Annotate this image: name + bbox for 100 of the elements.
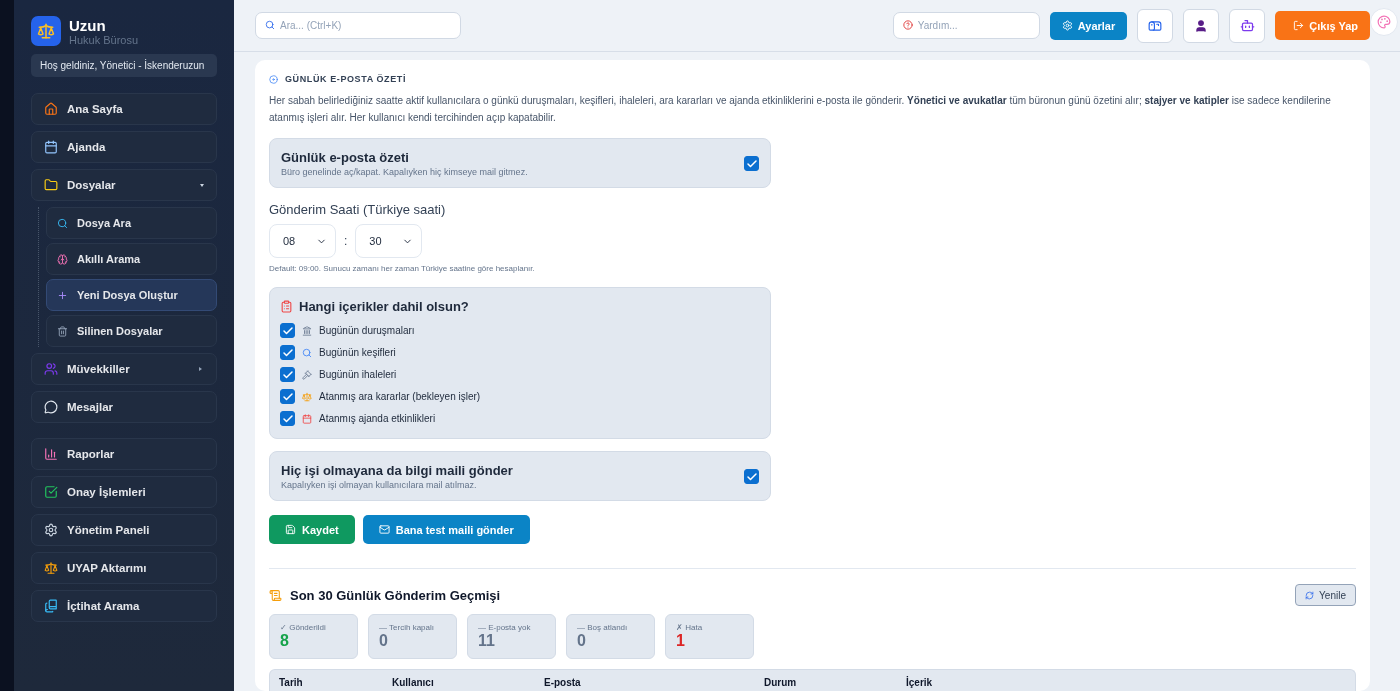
nav-item[interactable]: Müvekkiller	[31, 353, 217, 385]
search-field[interactable]: Ara... (Ctrl+K)	[255, 12, 461, 39]
toggle-title: Günlük e-posta özeti	[281, 150, 410, 165]
question-icon	[902, 20, 913, 30]
search-icon	[302, 347, 312, 358]
save-button[interactable]: Kaydet	[269, 515, 355, 544]
speech-bubble-icon	[44, 400, 58, 414]
stat-label: ✗ Hata	[676, 623, 704, 632]
column-header: E-posta	[544, 677, 582, 688]
stat-value: 11	[478, 632, 496, 650]
bar-chart-icon	[44, 447, 58, 461]
checkbox-label: Bugünün ihaleleri	[319, 369, 397, 380]
robot-icon	[1239, 18, 1255, 33]
column-header: Tarih	[279, 677, 304, 688]
checkbox-label: Atanmış ajanda etkinlikleri	[319, 413, 436, 424]
nav-subitem[interactable]: Silinen Dosyalar	[46, 315, 217, 347]
user-button[interactable]	[1183, 8, 1220, 43]
nav-item[interactable]: Raporlar	[31, 438, 217, 470]
checkbox-label: Atanmış ara kararlar (bekleyen işler)	[319, 391, 481, 402]
nav-subitem[interactable]: Akıllı Arama	[46, 243, 217, 275]
checkbox[interactable]	[280, 411, 295, 426]
calendar-icon	[302, 413, 312, 424]
disc-icon	[269, 74, 278, 84]
toggle-hint: Büro genelinde aç/kapat. Kapalıyken hiç kimseye mail gitmez.	[281, 167, 529, 177]
stat-label: ✓ Gönderildi	[280, 623, 327, 632]
stat-value: 0	[379, 632, 389, 650]
time-hint: Default: 09:00. Sunucu zamanı her zaman Türkiye saatine göre hesaplanır.	[269, 264, 536, 273]
calendar-icon	[44, 140, 58, 154]
scales-icon	[44, 561, 58, 575]
check-square-icon	[44, 485, 58, 499]
logo-icon	[31, 16, 61, 46]
history-title: Son 30 Günlük Gönderim Geçmişi	[290, 587, 502, 603]
checkbox[interactable]	[280, 323, 295, 338]
stat-label: — Boş atlandı	[577, 623, 629, 632]
section-title: GÜNLÜK E-POSTA ÖZETİ	[285, 74, 406, 84]
palette-button[interactable]	[1370, 8, 1398, 36]
checkbox-label: Bugünün keşifleri	[319, 347, 396, 358]
checkbox[interactable]	[744, 156, 759, 171]
stat-value: 0	[577, 632, 587, 650]
nav-item[interactable]: Yönetim Paneli	[31, 514, 217, 546]
brain-icon	[57, 253, 68, 265]
search-icon	[265, 20, 275, 30]
nav-item[interactable]: UYAP Aktarımı	[31, 552, 217, 584]
checkbox[interactable]	[280, 345, 295, 360]
column-header: Durum	[764, 677, 798, 688]
nav-item[interactable]: İçtihat Arama	[31, 590, 217, 622]
brand-subtitle: Hukuk Bürosu	[69, 33, 139, 46]
building-icon	[302, 325, 312, 336]
column-header: Kullanıcı	[392, 677, 435, 688]
scales-icon	[302, 391, 312, 402]
clipboard-icon	[280, 300, 293, 313]
description-text: Her sabah belirlediğiniz saatte aktif kullanıcılara o günkü duruşmaları, keşifleri, ihaleleri, ara kararları ve ajanda etkinliklerini e-posta ile gönderir. Yönetici ve avukatlar tüm büronun günü özetini alır; stajyer ve katipler ise sadece kendilerine atanmış işleri alır. Her kullanıcı kendi tercihinden açıp kapatabilir.	[269, 94, 1332, 125]
column-header: İçerik	[906, 677, 934, 688]
toggle-hint: Kapalıyken işi olmayan kullanıcılara mail atılmaz.	[281, 480, 478, 490]
mailbox-button[interactable]	[1137, 8, 1174, 43]
gavel-icon	[302, 369, 312, 380]
minute-select[interactable]: 30	[355, 224, 423, 258]
nav-subitem[interactable]: Yeni Dosya Oluştur	[46, 279, 217, 311]
contents-title: Hangi içerikler dahil olsun?	[299, 299, 469, 314]
settings-button[interactable]: Ayarlar	[1049, 11, 1128, 40]
toggle-title: Hiç işi olmayana da bilgi maili gönder	[281, 463, 514, 478]
nav-subitem[interactable]: Dosya Ara	[46, 207, 217, 239]
plus-icon	[57, 289, 68, 301]
stat-label: — E-posta yok	[478, 623, 532, 632]
refresh-button[interactable]: Yenile	[1295, 584, 1356, 606]
time-label: Gönderim Saati (Türkiye saati)	[269, 202, 447, 217]
robot-button[interactable]	[1229, 8, 1266, 43]
nav-item[interactable]: Onay İşlemleri	[31, 476, 217, 508]
test-mail-button[interactable]: Bana test maili gönder	[362, 515, 530, 544]
refresh-icon	[1305, 590, 1315, 600]
search-icon	[57, 217, 68, 229]
nav-item[interactable]: Ana Sayfa	[31, 93, 217, 125]
checkbox[interactable]	[280, 367, 295, 382]
nav-item[interactable]: Dosyalar	[31, 169, 217, 201]
trash-icon	[57, 325, 68, 337]
stat-label: — Tercih kapalı	[379, 623, 435, 632]
help-field[interactable]: Yardım...	[892, 12, 1040, 39]
checkbox[interactable]	[280, 389, 295, 404]
stat-value: 1	[676, 632, 686, 650]
mailbox-icon	[1148, 18, 1163, 33]
hour-select[interactable]: 08	[269, 224, 336, 258]
people-icon	[44, 362, 58, 376]
user-icon	[1194, 18, 1209, 33]
gear-icon	[44, 523, 58, 537]
checkbox[interactable]	[744, 469, 759, 484]
exit-icon	[1293, 20, 1305, 31]
time-separator: :	[344, 234, 348, 248]
envelope-icon	[378, 524, 390, 535]
stat-value: 8	[280, 632, 290, 650]
palette-icon	[1377, 15, 1391, 29]
folder-icon	[44, 178, 58, 192]
welcome-banner: Hoş geldiniz, Yönetici - İskenderuzun	[31, 54, 217, 77]
house-icon	[44, 102, 58, 116]
scroll-icon	[269, 588, 282, 602]
nav-item[interactable]: Ajanda	[31, 131, 217, 163]
checkbox-label: Bugünün duruşmaları	[319, 325, 415, 336]
nav-item[interactable]: Mesajlar	[31, 391, 217, 423]
brand-name: Uzun	[69, 16, 107, 34]
gear-icon	[1061, 20, 1073, 31]
books-icon	[44, 599, 58, 613]
